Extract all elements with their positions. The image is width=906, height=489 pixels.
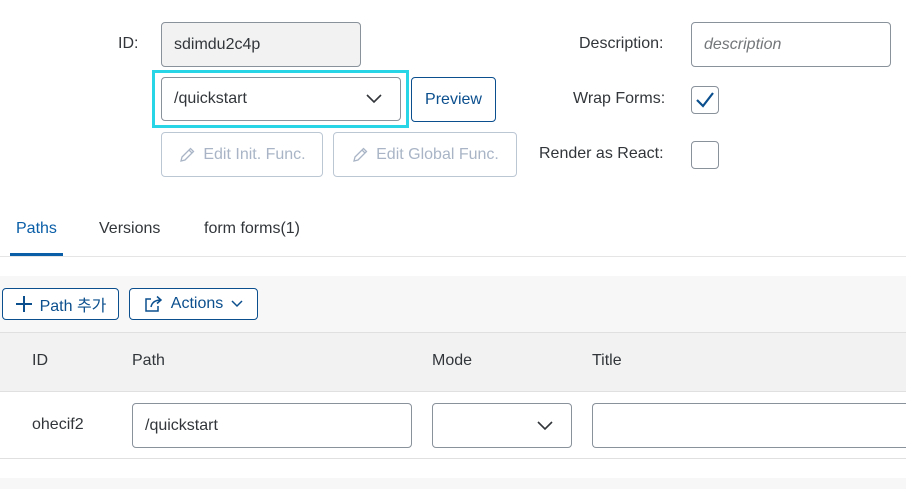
add-path-label: Path 추가 (39, 298, 107, 315)
edit-global-func-button[interactable]: Edit Global Func. (333, 132, 517, 177)
tab-versions[interactable]: Versions (99, 220, 160, 238)
column-header-path[interactable]: Path (132, 352, 165, 370)
preview-button[interactable]: Preview (411, 77, 496, 122)
tab-form-forms[interactable]: form forms(1) (204, 220, 300, 238)
actions-label: Actions (170, 295, 224, 312)
edit-global-func-label: Edit Global Func. (376, 145, 499, 163)
table-row[interactable]: ohecif2 /quickstart (0, 392, 906, 459)
wrap-forms-checkbox[interactable] (691, 86, 719, 114)
id-value: sdimdu2c4p (174, 35, 261, 53)
chevron-down-icon (231, 300, 243, 308)
row-mode-select[interactable] (432, 403, 572, 448)
column-header-title[interactable]: Title (592, 352, 622, 370)
table-footer (0, 478, 906, 489)
render-react-label: Render as React: (539, 145, 664, 162)
chevron-down-icon[interactable] (537, 421, 553, 431)
add-path-button[interactable]: Path 추가 (2, 288, 119, 320)
preview-label: Preview (425, 90, 482, 108)
table-header: ID Path Mode Title (0, 332, 906, 392)
chevron-down-icon[interactable] (366, 94, 382, 104)
checkmark-icon (695, 91, 715, 109)
row-path-value: /quickstart (145, 416, 218, 434)
tabbar-divider (0, 256, 906, 257)
id-label: ID: (118, 35, 139, 52)
actions-button[interactable]: Actions (129, 288, 258, 320)
pencil-icon (351, 146, 369, 164)
pencil-icon (178, 146, 196, 164)
render-react-checkbox[interactable] (691, 141, 719, 169)
row-title-input[interactable] (592, 403, 906, 448)
column-header-id[interactable]: ID (32, 352, 48, 370)
path-select-value: /quickstart (174, 90, 247, 107)
path-select[interactable]: /quickstart (161, 77, 401, 121)
description-placeholder: description (704, 35, 782, 53)
column-header-mode[interactable]: Mode (432, 352, 472, 370)
row-path-input[interactable]: /quickstart (132, 403, 412, 448)
edit-init-func-button[interactable]: Edit Init. Func. (161, 132, 323, 177)
description-input[interactable]: description (691, 22, 891, 67)
plus-icon (15, 295, 33, 313)
id-field: sdimdu2c4p (161, 22, 361, 67)
description-label: Description: (579, 35, 664, 52)
row-id-cell: ohecif2 (32, 416, 84, 433)
wrap-forms-label: Wrap Forms: (573, 90, 666, 107)
share-icon (144, 295, 164, 313)
edit-init-func-label: Edit Init. Func. (203, 145, 306, 163)
tab-paths[interactable]: Paths (16, 220, 57, 238)
